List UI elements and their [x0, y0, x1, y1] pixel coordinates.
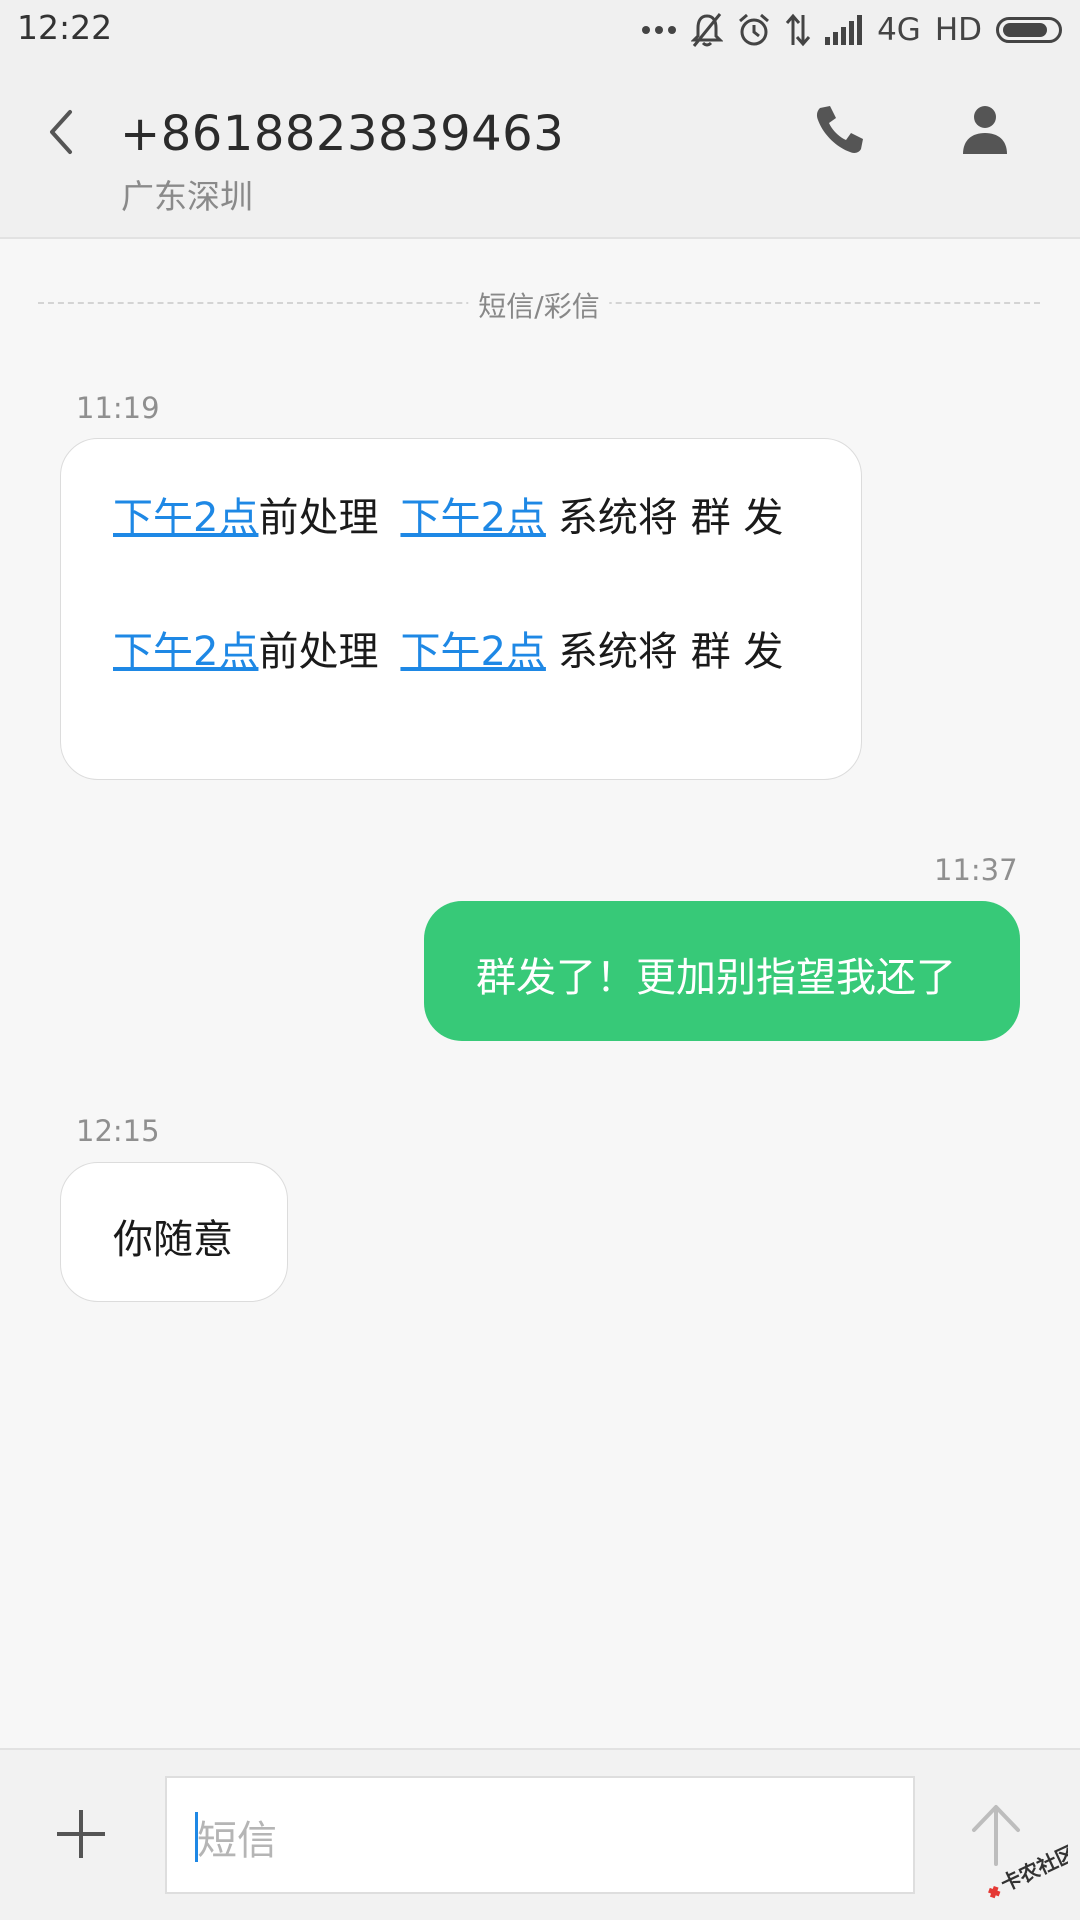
time-link[interactable]: 下午2点	[400, 629, 545, 675]
status-time: 12:22	[17, 8, 113, 47]
battery-level	[1003, 23, 1047, 37]
message-type-divider: 短信/彩信	[38, 285, 1040, 325]
message-timestamp: 12:15	[76, 1114, 160, 1148]
contact-number: +8618823839463	[120, 106, 565, 162]
more-dots-icon	[642, 26, 677, 34]
outgoing-message-bubble[interactable]: 群发了！更加别指望我还了	[424, 901, 1020, 1041]
compose-bar: 短信	[0, 1748, 1080, 1920]
back-button[interactable]	[40, 102, 86, 162]
status-bar: 12:22 4G HD	[0, 0, 1080, 62]
conversation-header: +8618823839463 广东深圳	[0, 62, 1080, 239]
message-line: 下午2点前处理 下午2点 系统将 群 发	[113, 485, 783, 543]
bell-off-icon	[691, 13, 724, 47]
phone-icon[interactable]	[812, 102, 868, 158]
message-line: 下午2点前处理 下午2点 系统将 群 发	[113, 619, 783, 677]
message-input[interactable]: 短信	[165, 1776, 915, 1894]
message-timestamp: 11:19	[76, 391, 160, 425]
battery-icon	[996, 17, 1062, 43]
contact-location: 广东深圳	[121, 177, 253, 216]
message-text: 群发了！更加别指望我还了	[476, 955, 956, 1001]
message-text: 前处理	[258, 629, 379, 675]
watermark-logo: 卡农社区	[988, 1841, 1068, 1899]
status-icons: 4G HD	[641, 10, 1062, 50]
incoming-message-bubble[interactable]: 你随意	[60, 1162, 288, 1302]
message-text: 前处理	[258, 495, 379, 541]
time-link[interactable]: 下午2点	[113, 495, 258, 541]
data-arrows-icon	[785, 13, 811, 47]
alarm-icon	[739, 13, 770, 46]
input-placeholder: 短信	[197, 1818, 277, 1864]
incoming-message-bubble[interactable]: 下午2点前处理 下午2点 系统将 群 发 下午2点前处理 下午2点 系统将 群 发	[60, 438, 862, 780]
message-timestamp: 11:37	[934, 853, 1018, 887]
time-link[interactable]: 下午2点	[400, 495, 545, 541]
message-text: 你随意	[113, 1217, 233, 1263]
divider-label: 短信/彩信	[468, 285, 610, 325]
network-type: 4G	[877, 12, 921, 48]
time-link[interactable]: 下午2点	[113, 629, 258, 675]
plus-icon[interactable]	[55, 1808, 107, 1860]
signal-icon	[825, 15, 863, 45]
message-text: 系统将 群 发	[557, 629, 784, 675]
person-icon[interactable]	[960, 102, 1010, 158]
hd-label: HD	[934, 12, 982, 48]
watermark-text: 卡农社区	[997, 1841, 1068, 1897]
message-text: 系统将 群 发	[557, 495, 784, 541]
